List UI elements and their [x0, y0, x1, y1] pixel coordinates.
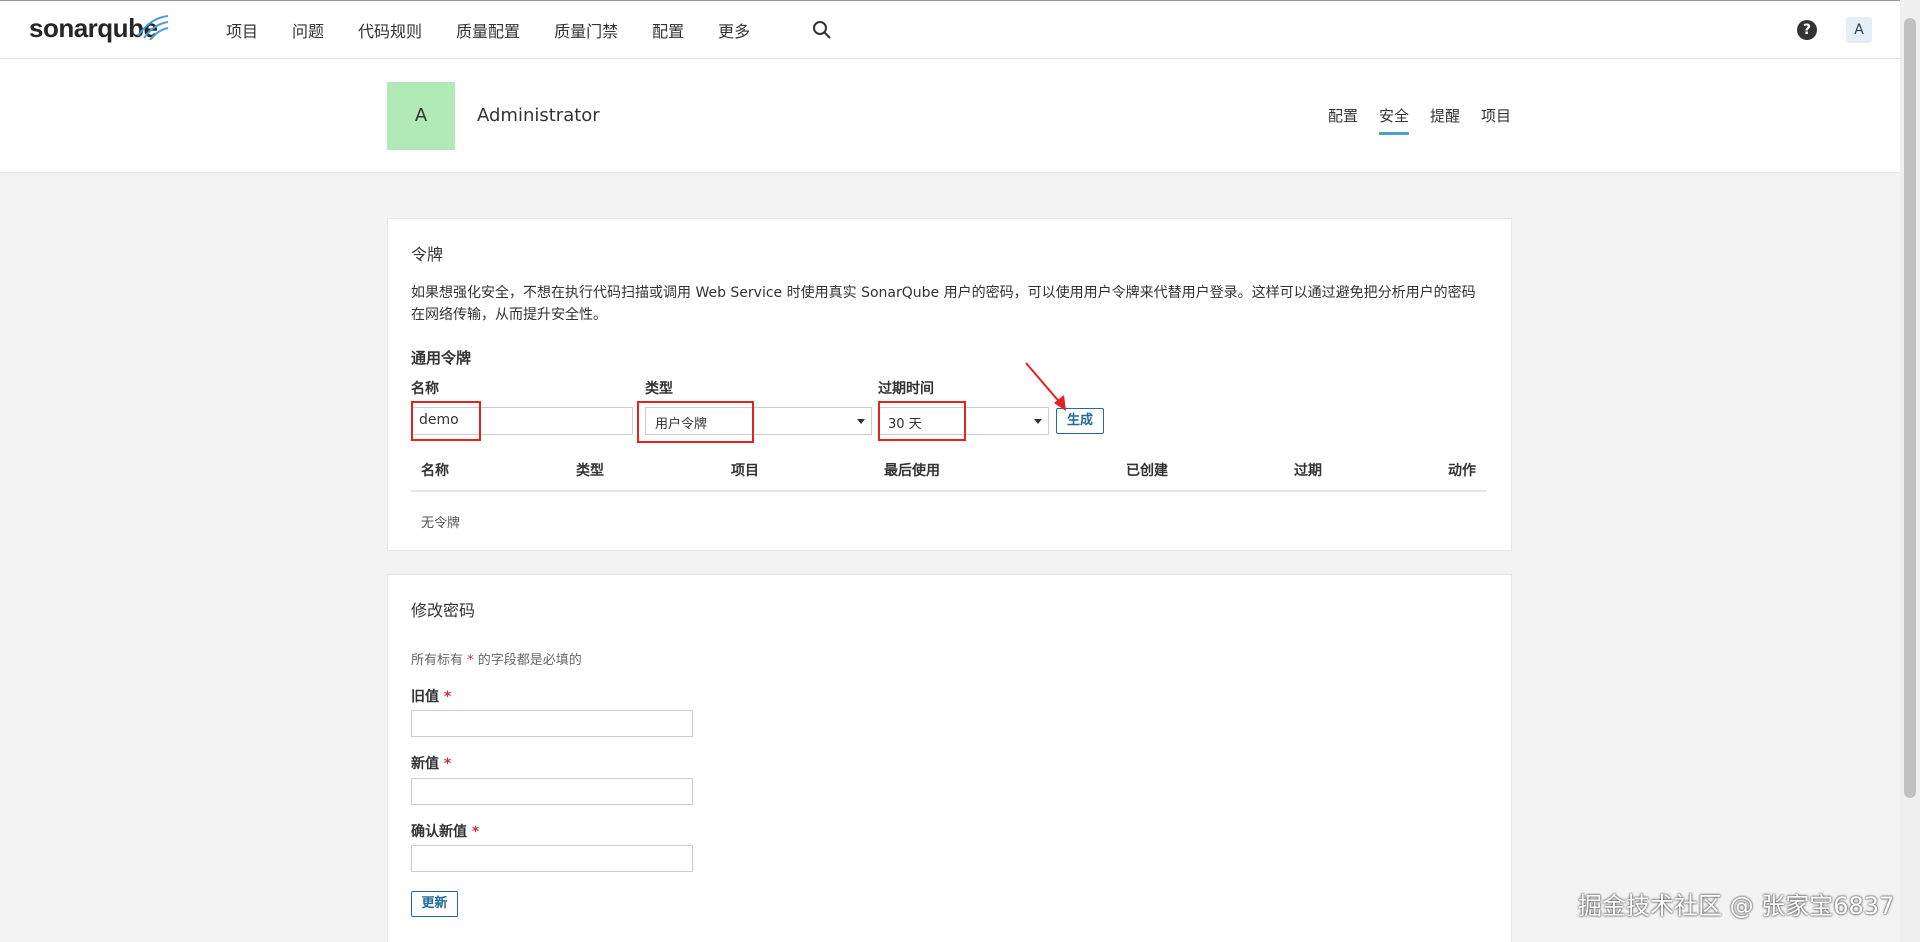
nav-item-issues[interactable]: 问题 [292, 18, 324, 42]
required-note-suffix: 的字段都是必填的 [477, 653, 582, 668]
tokens-title: 令牌 [411, 245, 444, 264]
password-card: 修改密码 所有标有 * 的字段都是必填的 旧值 * 新值 * 确认新值 * 更新 [387, 574, 1512, 942]
col-project: 项目 [731, 463, 759, 479]
page-scrollbar[interactable] [1900, 0, 1920, 942]
nav-item-rules[interactable]: 代码规则 [358, 18, 422, 42]
highlight-box [637, 401, 754, 443]
tokens-description: 如果想强化安全，不想在执行代码扫描或调用 Web Service 时使用真实 S… [411, 285, 1476, 323]
main-nav: 项目 问题 代码规则 质量配置 质量门禁 配置 更多 [226, 18, 784, 42]
required-star: * [471, 824, 480, 840]
required-star: * [443, 756, 452, 772]
scrollbar-thumb[interactable] [1904, 18, 1916, 798]
col-name: 名称 [421, 463, 449, 479]
nav-item-more[interactable]: 更多 [718, 18, 750, 42]
table-divider [411, 490, 1487, 492]
nav-item-administration[interactable]: 配置 [652, 18, 684, 42]
token-name-label: 名称 [411, 381, 439, 397]
watermark-text: 掘金技术社区 @ 张家宝6837 [1578, 892, 1895, 920]
confirm-password-label-text: 确认新值 [411, 824, 467, 840]
logo-waves-icon [137, 15, 169, 40]
required-note: 所有标有 * 的字段都是必填的 [411, 649, 582, 668]
tab-security[interactable]: 安全 [1379, 105, 1410, 135]
old-password-label: 旧值 * [411, 686, 451, 706]
annotation-arrow-icon [1025, 362, 1066, 411]
tab-projects[interactable]: 项目 [1481, 105, 1511, 135]
tab-notifications[interactable]: 提醒 [1430, 105, 1460, 135]
new-password-label: 新值 * [411, 753, 451, 773]
highlight-box [878, 401, 966, 441]
chevron-down-icon [1034, 419, 1042, 424]
col-type: 类型 [576, 463, 604, 479]
top-navbar: sonarqube 项目 问题 代码规则 质量配置 质量门禁 配置 更多 ? A [0, 0, 1900, 59]
token-expiry-label: 过期时间 [878, 381, 934, 397]
nav-item-quality-profiles[interactable]: 质量配置 [456, 18, 520, 42]
confirm-password-input[interactable] [411, 845, 693, 872]
tokens-subheading: 通用令牌 [411, 349, 472, 367]
user-avatar[interactable]: A [1846, 17, 1872, 43]
help-icon[interactable]: ? [1797, 20, 1817, 40]
col-actions: 动作 [1448, 463, 1476, 479]
highlight-box [411, 401, 481, 441]
tokens-card: 令牌 如果想强化安全，不想在执行代码扫描或调用 Web Service 时使用真… [387, 218, 1512, 551]
old-password-label-text: 旧值 [411, 689, 439, 705]
old-password-input[interactable] [411, 710, 693, 737]
account-avatar: A [387, 82, 455, 150]
nav-item-projects[interactable]: 项目 [226, 18, 258, 42]
empty-tokens-text: 无令牌 [421, 516, 461, 531]
search-icon[interactable] [812, 20, 832, 44]
col-expires: 过期 [1294, 463, 1322, 479]
required-note-prefix: 所有标有 [411, 653, 464, 668]
account-tabs: 配置 安全 提醒 项目 [1328, 105, 1532, 135]
required-star: * [467, 653, 474, 668]
tab-profile[interactable]: 配置 [1328, 105, 1358, 135]
update-password-button[interactable]: 更新 [411, 891, 458, 917]
password-title: 修改密码 [411, 601, 476, 620]
account-header: A Administrator 配置 安全 提醒 项目 [0, 59, 1900, 173]
col-created: 已创建 [1126, 463, 1168, 479]
nav-item-quality-gates[interactable]: 质量门禁 [554, 18, 618, 42]
required-star: * [443, 689, 452, 705]
token-type-label: 类型 [645, 381, 673, 397]
chevron-down-icon [857, 419, 865, 424]
new-password-label-text: 新值 [411, 756, 439, 772]
confirm-password-label: 确认新值 * [411, 821, 479, 841]
col-last-used: 最后使用 [884, 463, 940, 479]
sonarqube-logo[interactable]: sonarqube [29, 13, 169, 44]
new-password-input[interactable] [411, 778, 693, 805]
account-name: Administrator [477, 105, 600, 126]
